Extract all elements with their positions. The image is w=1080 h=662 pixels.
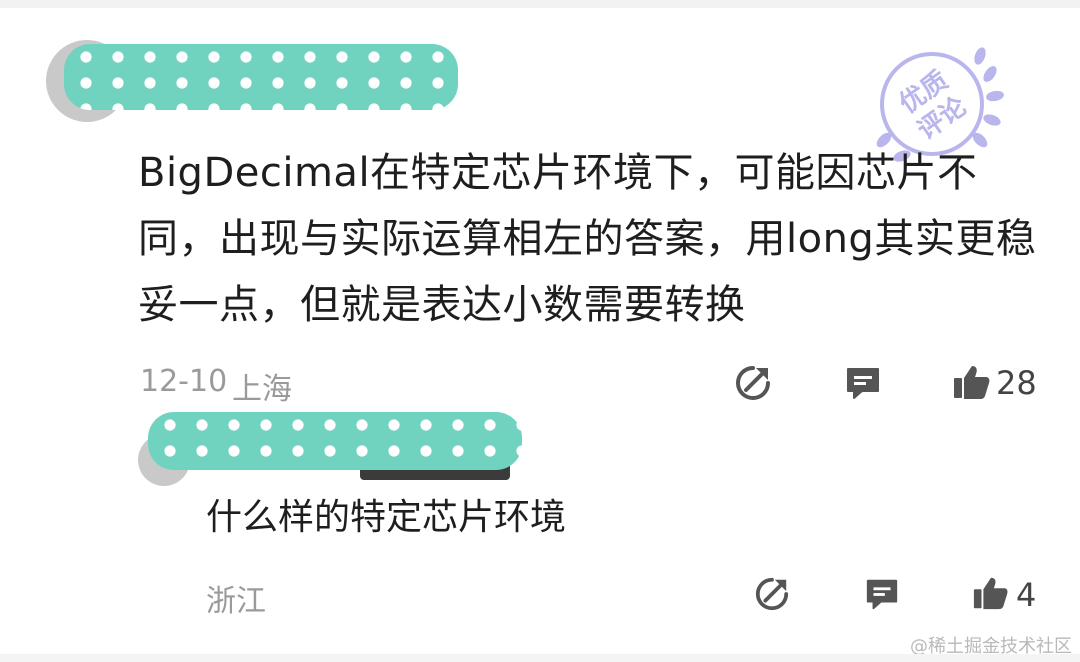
comment-location: 上海: [232, 372, 292, 407]
top-divider: [0, 0, 1080, 8]
comment-date: 12-10: [140, 364, 228, 399]
reply-like-count: 4: [1016, 576, 1037, 614]
comment-text: BigDecimal在特定芯片环境下，可能因芯片不同，出现与实际运算相左的答案，…: [138, 150, 1037, 328]
reply-text: 什么样的特定芯片环境: [206, 497, 567, 538]
redacted-username: [64, 44, 458, 110]
reply-thumbs-up-icon[interactable]: [972, 574, 1010, 612]
bottom-divider: [0, 654, 1080, 662]
thumbs-up-icon[interactable]: [952, 362, 992, 402]
comment-icon[interactable]: [844, 364, 882, 402]
reply-comment-icon[interactable]: [864, 576, 900, 612]
reply-location: 浙江: [206, 584, 266, 619]
redacted-reply-username: [148, 412, 522, 470]
comment-like-count: 28: [996, 364, 1037, 402]
share-icon[interactable]: [734, 364, 772, 402]
reply-share-icon[interactable]: [754, 576, 790, 612]
